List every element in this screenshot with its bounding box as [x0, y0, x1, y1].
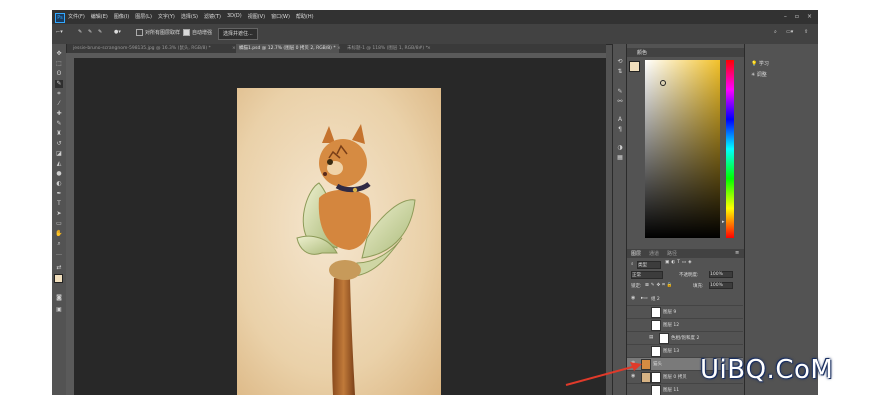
- watermark-text: UiBQ.CoM: [700, 355, 834, 385]
- annotation-arrow: [565, 362, 642, 386]
